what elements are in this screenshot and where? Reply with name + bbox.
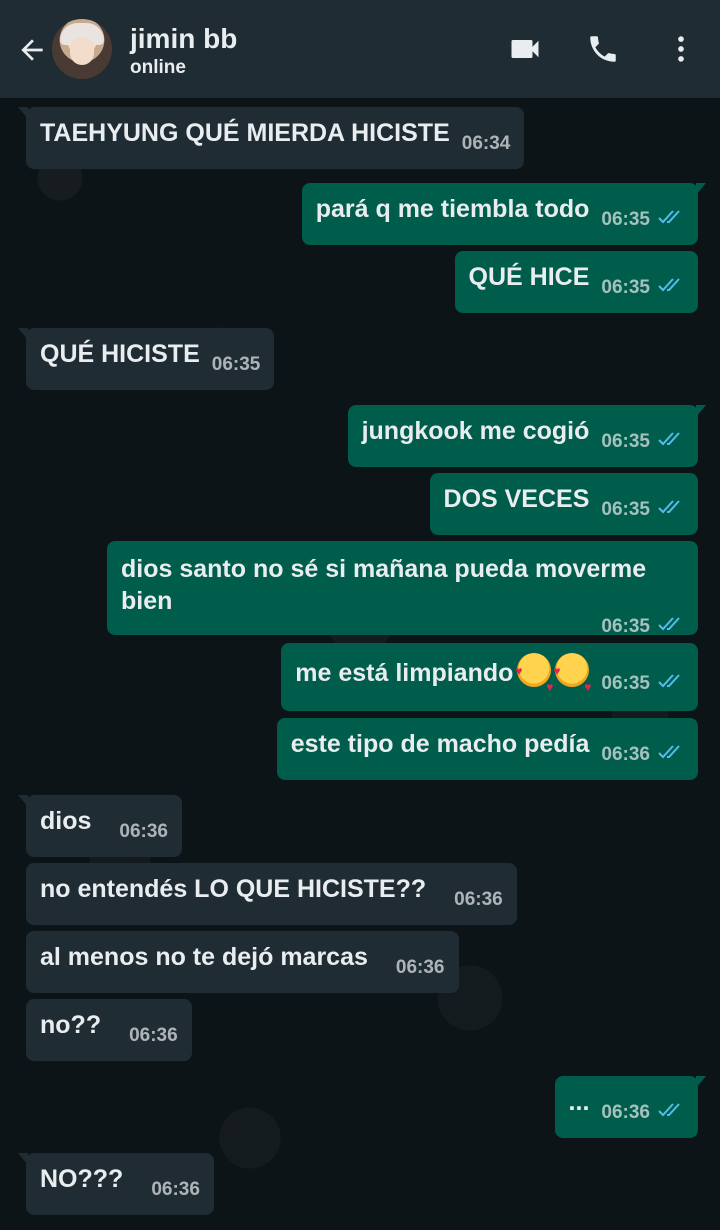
message-text: pará q me tiembla todo [315, 195, 590, 223]
message-bubble-incoming[interactable]: NO??? 06:36 [18, 1153, 214, 1215]
message-meta: 06:36 [129, 1020, 178, 1052]
message-text: dios santo no sé si mañana pueda moverme… [121, 555, 647, 615]
smiling-face-with-hearts-icon [553, 653, 591, 703]
message-meta: 06:36 [151, 1174, 200, 1206]
message-text: este tipo de macho pedía [290, 730, 590, 758]
message-time: 06:36 [151, 1179, 200, 1200]
message-time: 06:35 [601, 673, 650, 694]
double-check-read-icon [658, 494, 684, 526]
double-check-read-icon [658, 668, 684, 700]
back-arrow-icon[interactable] [12, 30, 52, 70]
message-meta: 06:35 [601, 204, 684, 236]
message-meta: 06:36 [119, 816, 168, 848]
double-check-read-icon [658, 204, 684, 236]
message-bubble-incoming[interactable]: no?? 06:36 [26, 999, 192, 1061]
avatar-face [70, 37, 94, 65]
message-time: 06:34 [461, 133, 511, 154]
video-call-icon[interactable] [502, 26, 548, 72]
message-bubble-outgoing[interactable]: dios santo no sé si mañana pueda moverme… [107, 541, 698, 637]
message-bubble-incoming[interactable]: dios 06:36 [17, 795, 183, 857]
double-check-read-icon [658, 611, 684, 643]
message-time: 06:35 [211, 354, 261, 375]
chat-header: jimin bb online [0, 0, 720, 98]
message-meta: 06:36 [454, 884, 503, 916]
more-vert-icon[interactable] [658, 26, 704, 72]
message-time: 06:35 [601, 431, 650, 452]
message-time: 06:36 [129, 1025, 178, 1046]
message-text: TAEHYUNG QUÉ MIERDA HICISTE [40, 119, 450, 147]
message-bubble-outgoing[interactable]: este tipo de macho pedía 06:36 [276, 718, 698, 780]
message-bubble-outgoing[interactable]: pará q me tiembla todo 06:35 [301, 183, 707, 245]
contact-status: online [130, 57, 186, 78]
message-text: ... [568, 1088, 590, 1116]
message-text: me está limpiando [295, 659, 514, 687]
message-text: no entendés LO QUE HICISTE?? [40, 875, 427, 903]
message-bubble-incoming[interactable]: no entendés LO QUE HICISTE?? 06:36 [26, 863, 517, 925]
contact-info[interactable]: jimin bb online [130, 22, 237, 80]
message-text: jungkook me cogió [361, 417, 590, 445]
message-text: dios [40, 807, 92, 835]
message-text: NO??? [40, 1165, 124, 1193]
message-meta: 06:34 [462, 128, 511, 160]
message-bubble-incoming[interactable]: al menos no te dejó marcas 06:36 [26, 931, 459, 993]
message-time: 06:35 [601, 616, 650, 637]
message-bubble-outgoing[interactable]: ... 06:36 [554, 1076, 707, 1138]
message-text: no?? [40, 1011, 102, 1039]
message-time: 06:36 [601, 1102, 650, 1123]
message-time: 06:35 [601, 209, 650, 230]
double-check-read-icon [658, 426, 684, 458]
message-text: DOS VECES [443, 485, 590, 513]
message-time: 06:36 [454, 889, 503, 910]
message-meta: 06:35 [212, 349, 261, 381]
message-time: 06:36 [601, 744, 650, 765]
message-bubble-outgoing[interactable]: QUÉ HICE 06:35 [454, 251, 698, 313]
message-meta: 06:35 [121, 611, 684, 643]
message-text: QUÉ HICE [468, 263, 590, 291]
message-meta: 06:35 [601, 272, 684, 304]
message-bubble-incoming[interactable]: QUÉ HICISTE 06:35 [17, 328, 275, 390]
message-bubble-outgoing[interactable]: me está limpiando 06:35 [281, 643, 698, 711]
double-check-read-icon [658, 1097, 684, 1129]
double-check-read-icon [658, 739, 684, 771]
message-time: 06:36 [395, 957, 445, 978]
double-check-read-icon [658, 272, 684, 304]
message-text: QUÉ HICISTE [40, 340, 200, 368]
message-time: 06:35 [601, 277, 650, 298]
message-meta: 06:36 [396, 952, 445, 984]
message-bubble-outgoing[interactable]: DOS VECES 06:35 [429, 473, 698, 535]
contact-name[interactable]: jimin bb [130, 22, 237, 56]
message-time: 06:35 [601, 499, 650, 520]
message-meta: 06:35 [601, 494, 684, 526]
message-meta: 06:35 [601, 668, 684, 700]
message-bubble-incoming[interactable]: TAEHYUNG QUÉ MIERDA HICISTE 06:34 [17, 107, 525, 169]
message-time: 06:36 [119, 821, 169, 842]
message-meta: 06:36 [601, 739, 684, 771]
smiling-face-with-hearts-icon [515, 653, 553, 703]
avatar[interactable] [52, 19, 112, 79]
phone-icon[interactable] [580, 26, 626, 72]
message-meta: 06:35 [601, 426, 684, 458]
message-meta: 06:36 [601, 1097, 684, 1129]
message-bubble-outgoing[interactable]: jungkook me cogió 06:35 [347, 405, 707, 467]
message-text: al menos no te dejó marcas [40, 943, 368, 971]
